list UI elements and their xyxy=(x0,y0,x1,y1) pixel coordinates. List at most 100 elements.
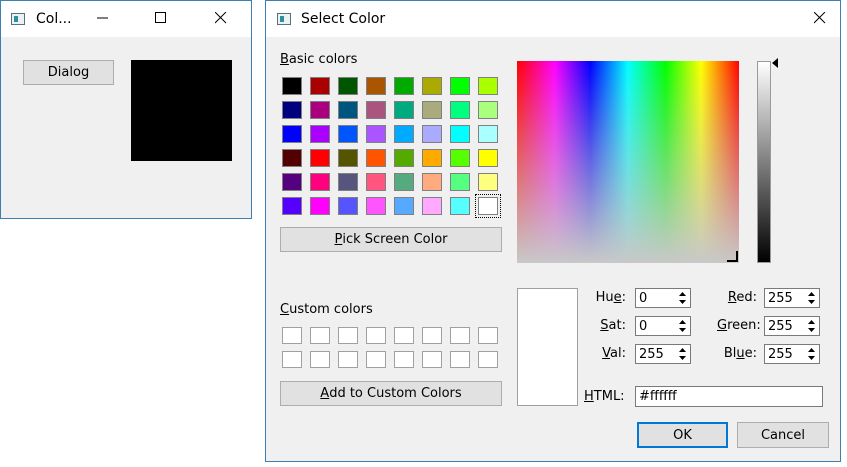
basic-color-swatch[interactable] xyxy=(310,77,330,95)
basic-color-swatch[interactable] xyxy=(282,173,302,191)
val-spinbox[interactable]: 255 xyxy=(635,344,691,364)
maximize-button[interactable] xyxy=(139,1,185,37)
basic-color-swatch[interactable] xyxy=(422,101,442,119)
basic-color-swatch[interactable] xyxy=(478,77,498,95)
ok-button[interactable]: OK xyxy=(637,422,728,448)
custom-color-swatch[interactable] xyxy=(394,327,414,344)
basic-color-swatch[interactable] xyxy=(338,173,358,191)
val-down-button[interactable] xyxy=(676,354,689,362)
html-input[interactable]: #ffffff xyxy=(635,386,823,407)
add-to-custom-colors-button[interactable]: Add to Custom Colors xyxy=(280,381,502,406)
basic-color-swatch[interactable] xyxy=(310,149,330,167)
cancel-button[interactable]: Cancel xyxy=(737,422,829,448)
basic-color-swatch[interactable] xyxy=(394,149,414,167)
green-spinbox[interactable]: 255 xyxy=(764,316,820,336)
basic-color-swatch[interactable] xyxy=(394,101,414,119)
basic-color-swatch[interactable] xyxy=(282,149,302,167)
basic-color-swatch[interactable] xyxy=(478,125,498,143)
custom-color-swatch[interactable] xyxy=(282,351,302,368)
color-spectrum[interactable] xyxy=(517,61,739,263)
basic-color-swatch[interactable] xyxy=(310,101,330,119)
basic-color-swatch[interactable] xyxy=(282,101,302,119)
custom-color-swatch[interactable] xyxy=(310,327,330,344)
basic-color-swatch[interactable] xyxy=(338,101,358,119)
custom-color-swatch[interactable] xyxy=(478,351,498,368)
green-down-button[interactable] xyxy=(805,326,818,334)
custom-color-swatch[interactable] xyxy=(338,351,358,368)
custom-color-swatch[interactable] xyxy=(394,351,414,368)
custom-color-swatch[interactable] xyxy=(366,351,386,368)
basic-color-swatch[interactable] xyxy=(282,197,302,215)
blue-spinbox[interactable]: 255 xyxy=(764,344,820,364)
red-up-button[interactable] xyxy=(805,290,818,298)
value-slider[interactable] xyxy=(757,61,771,263)
basic-color-swatch[interactable] xyxy=(422,77,442,95)
red-value: 255 xyxy=(768,291,793,306)
close-button[interactable] xyxy=(199,1,245,37)
custom-color-swatch[interactable] xyxy=(450,327,470,344)
dialog-close-button[interactable] xyxy=(798,1,842,37)
custom-color-swatch[interactable] xyxy=(478,327,498,344)
val-up-button[interactable] xyxy=(676,346,689,354)
basic-color-swatch[interactable] xyxy=(478,101,498,119)
basic-color-swatch[interactable] xyxy=(422,197,442,215)
dialog-titlebar[interactable]: Select Color xyxy=(266,1,840,37)
basic-color-swatch[interactable] xyxy=(478,149,498,167)
red-spinbox[interactable]: 255 xyxy=(764,288,820,308)
basic-color-swatch[interactable] xyxy=(450,101,470,119)
custom-color-swatch[interactable] xyxy=(450,351,470,368)
basic-color-swatch[interactable] xyxy=(394,77,414,95)
custom-color-swatch[interactable] xyxy=(282,327,302,344)
basic-color-swatch[interactable] xyxy=(450,149,470,167)
red-down-button[interactable] xyxy=(805,298,818,306)
basic-color-swatch[interactable] xyxy=(338,125,358,143)
basic-color-swatch[interactable] xyxy=(366,197,386,215)
main-window: Col... Dialog xyxy=(0,0,252,219)
value-slider-handle-icon[interactable] xyxy=(771,57,779,69)
hue-up-button[interactable] xyxy=(676,290,689,298)
basic-color-swatch[interactable] xyxy=(310,173,330,191)
main-titlebar[interactable]: Col... xyxy=(1,1,251,37)
dialog-button[interactable]: Dialog xyxy=(23,60,114,85)
blue-label-post: e: xyxy=(744,346,757,361)
basic-color-swatch[interactable] xyxy=(450,77,470,95)
custom-color-swatch[interactable] xyxy=(310,351,330,368)
basic-color-swatch[interactable] xyxy=(475,194,501,218)
basic-color-swatch[interactable] xyxy=(422,125,442,143)
basic-color-swatch[interactable] xyxy=(282,125,302,143)
basic-color-swatch[interactable] xyxy=(366,173,386,191)
green-up-button[interactable] xyxy=(805,318,818,326)
basic-color-swatch[interactable] xyxy=(338,77,358,95)
basic-color-swatch[interactable] xyxy=(338,149,358,167)
basic-color-swatch[interactable] xyxy=(282,77,302,95)
blue-up-button[interactable] xyxy=(805,346,818,354)
basic-color-swatch[interactable] xyxy=(366,101,386,119)
sat-spinbox[interactable]: 0 xyxy=(635,316,691,336)
basic-color-swatch[interactable] xyxy=(310,125,330,143)
sat-up-button[interactable] xyxy=(676,318,689,326)
basic-color-swatch[interactable] xyxy=(450,197,470,215)
custom-color-swatch[interactable] xyxy=(422,327,442,344)
basic-color-swatch[interactable] xyxy=(394,197,414,215)
basic-color-swatch[interactable] xyxy=(478,173,498,191)
basic-color-swatch[interactable] xyxy=(310,197,330,215)
custom-color-swatch[interactable] xyxy=(338,327,358,344)
basic-color-swatch[interactable] xyxy=(394,125,414,143)
basic-color-swatch[interactable] xyxy=(450,125,470,143)
hue-down-button[interactable] xyxy=(676,298,689,306)
basic-color-swatch[interactable] xyxy=(366,149,386,167)
minimize-button[interactable] xyxy=(81,1,127,37)
sat-down-button[interactable] xyxy=(676,326,689,334)
blue-down-button[interactable] xyxy=(805,354,818,362)
basic-color-swatch[interactable] xyxy=(366,77,386,95)
hue-spinbox[interactable]: 0 xyxy=(635,288,691,308)
custom-color-swatch[interactable] xyxy=(422,351,442,368)
pick-screen-color-button[interactable]: Pick Screen Color xyxy=(280,227,502,252)
custom-color-swatch[interactable] xyxy=(366,327,386,344)
basic-color-swatch[interactable] xyxy=(366,125,386,143)
basic-color-swatch[interactable] xyxy=(422,149,442,167)
basic-color-swatch[interactable] xyxy=(394,173,414,191)
basic-color-swatch[interactable] xyxy=(450,173,470,191)
basic-color-swatch[interactable] xyxy=(338,197,358,215)
basic-color-swatch[interactable] xyxy=(422,173,442,191)
